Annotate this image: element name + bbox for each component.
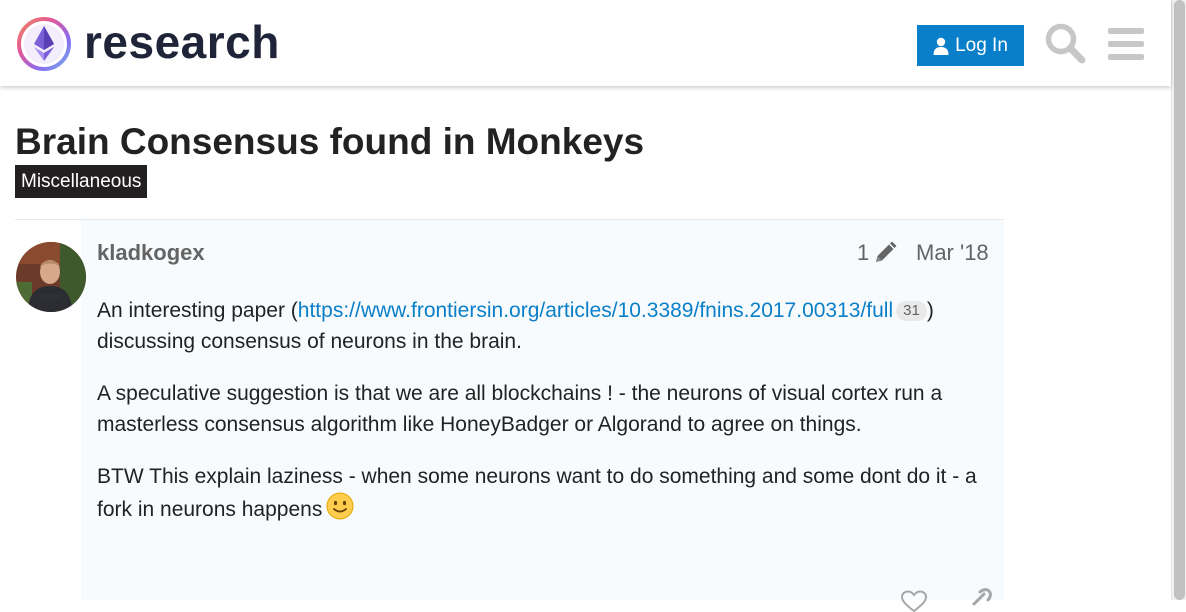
login-button[interactable]: Log In — [917, 25, 1024, 66]
topic-title[interactable]: Brain Consensus found in Monkeys — [15, 120, 644, 164]
slightly-smiling-face-emoji — [326, 492, 354, 520]
search-icon[interactable] — [1044, 22, 1086, 64]
post-paragraph: BTW This explain laziness - when some ne… — [97, 465, 977, 521]
avatar[interactable] — [16, 242, 86, 312]
edit-history-button[interactable]: 1 — [857, 239, 897, 267]
user-icon — [933, 37, 949, 55]
post-paragraph: An interesting paper (https://www.fronti… — [97, 299, 934, 353]
scrollbar-thumb[interactable] — [1174, 0, 1185, 600]
link-click-count: 31 — [896, 301, 927, 321]
site-brand[interactable]: research — [84, 14, 280, 70]
heart-icon[interactable] — [900, 590, 928, 612]
ethereum-research-logo-icon[interactable] — [16, 16, 72, 72]
pencil-icon — [876, 241, 897, 262]
post-content: An interesting paper (https://www.fronti… — [97, 295, 987, 546]
page-scrollbar[interactable] — [1171, 0, 1186, 600]
site-header: research Log In — [0, 0, 1171, 86]
post-paragraph: A speculative suggestion is that we are … — [97, 382, 943, 436]
login-label: Log In — [955, 34, 1008, 56]
post-username[interactable]: kladkogex — [97, 239, 205, 267]
link-icon[interactable] — [962, 588, 992, 612]
hamburger-menu-icon[interactable] — [1106, 25, 1146, 63]
edit-count-value: 1 — [857, 240, 870, 265]
category-badge[interactable]: Miscellaneous — [15, 165, 148, 198]
paper-link[interactable]: https://www.frontiersin.org/articles/10.… — [298, 299, 893, 322]
post-date[interactable]: Mar '18 — [916, 239, 989, 267]
